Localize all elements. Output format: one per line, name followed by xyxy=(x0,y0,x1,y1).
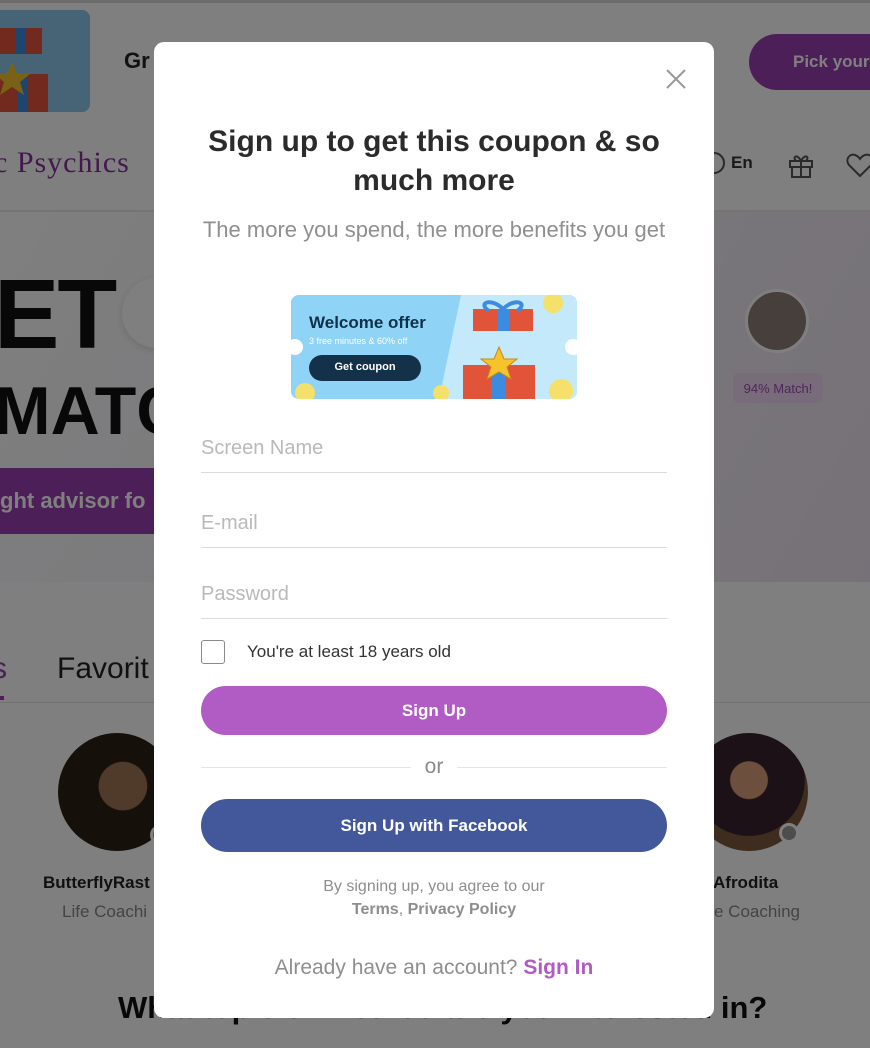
age-checkbox[interactable] xyxy=(201,640,225,664)
modal-title: Sign up to get this coupon & so much mor… xyxy=(208,125,660,197)
legal-text: By signing up, you agree to our xyxy=(323,878,545,895)
password-input[interactable] xyxy=(201,571,667,618)
or-divider-right xyxy=(457,767,667,768)
age-checkbox-label[interactable]: You're at least 18 years old xyxy=(247,642,451,662)
privacy-policy-link[interactable]: Privacy Policy xyxy=(408,901,517,918)
coupon-art xyxy=(291,295,577,399)
legal-separator: , xyxy=(398,901,404,918)
coupon-title: Welcome offer xyxy=(309,313,426,332)
email-input[interactable] xyxy=(201,500,667,547)
terms-link[interactable]: Terms xyxy=(352,901,399,918)
legal-notice: By signing up, you agree to our Terms, P… xyxy=(194,875,674,921)
get-coupon-button[interactable]: Get coupon xyxy=(309,355,421,381)
welcome-coupon: Welcome offer 3 free minutes & 60% off G… xyxy=(291,295,577,399)
or-divider-left xyxy=(201,767,411,768)
screen-name-field xyxy=(201,425,667,473)
close-icon[interactable] xyxy=(663,66,689,92)
password-field xyxy=(201,571,667,619)
screen-name-input[interactable] xyxy=(201,425,667,472)
email-field xyxy=(201,500,667,548)
facebook-signup-button[interactable]: Sign Up with Facebook xyxy=(201,799,667,852)
signin-prompt: Already have an account? Sign In xyxy=(194,956,674,980)
modal-subtitle: The more you spend, the more benefits yo… xyxy=(202,217,666,242)
sign-in-link[interactable]: Sign In xyxy=(523,956,593,979)
coupon-subtitle: 3 free minutes & 60% off xyxy=(309,336,408,346)
account-question: Already have an account? xyxy=(274,956,518,979)
signup-button[interactable]: Sign Up xyxy=(201,686,667,735)
age-confirmation: You're at least 18 years old xyxy=(201,640,451,664)
or-separator: or xyxy=(424,755,444,778)
signup-modal: Sign up to get this coupon & so much mor… xyxy=(154,42,714,1018)
